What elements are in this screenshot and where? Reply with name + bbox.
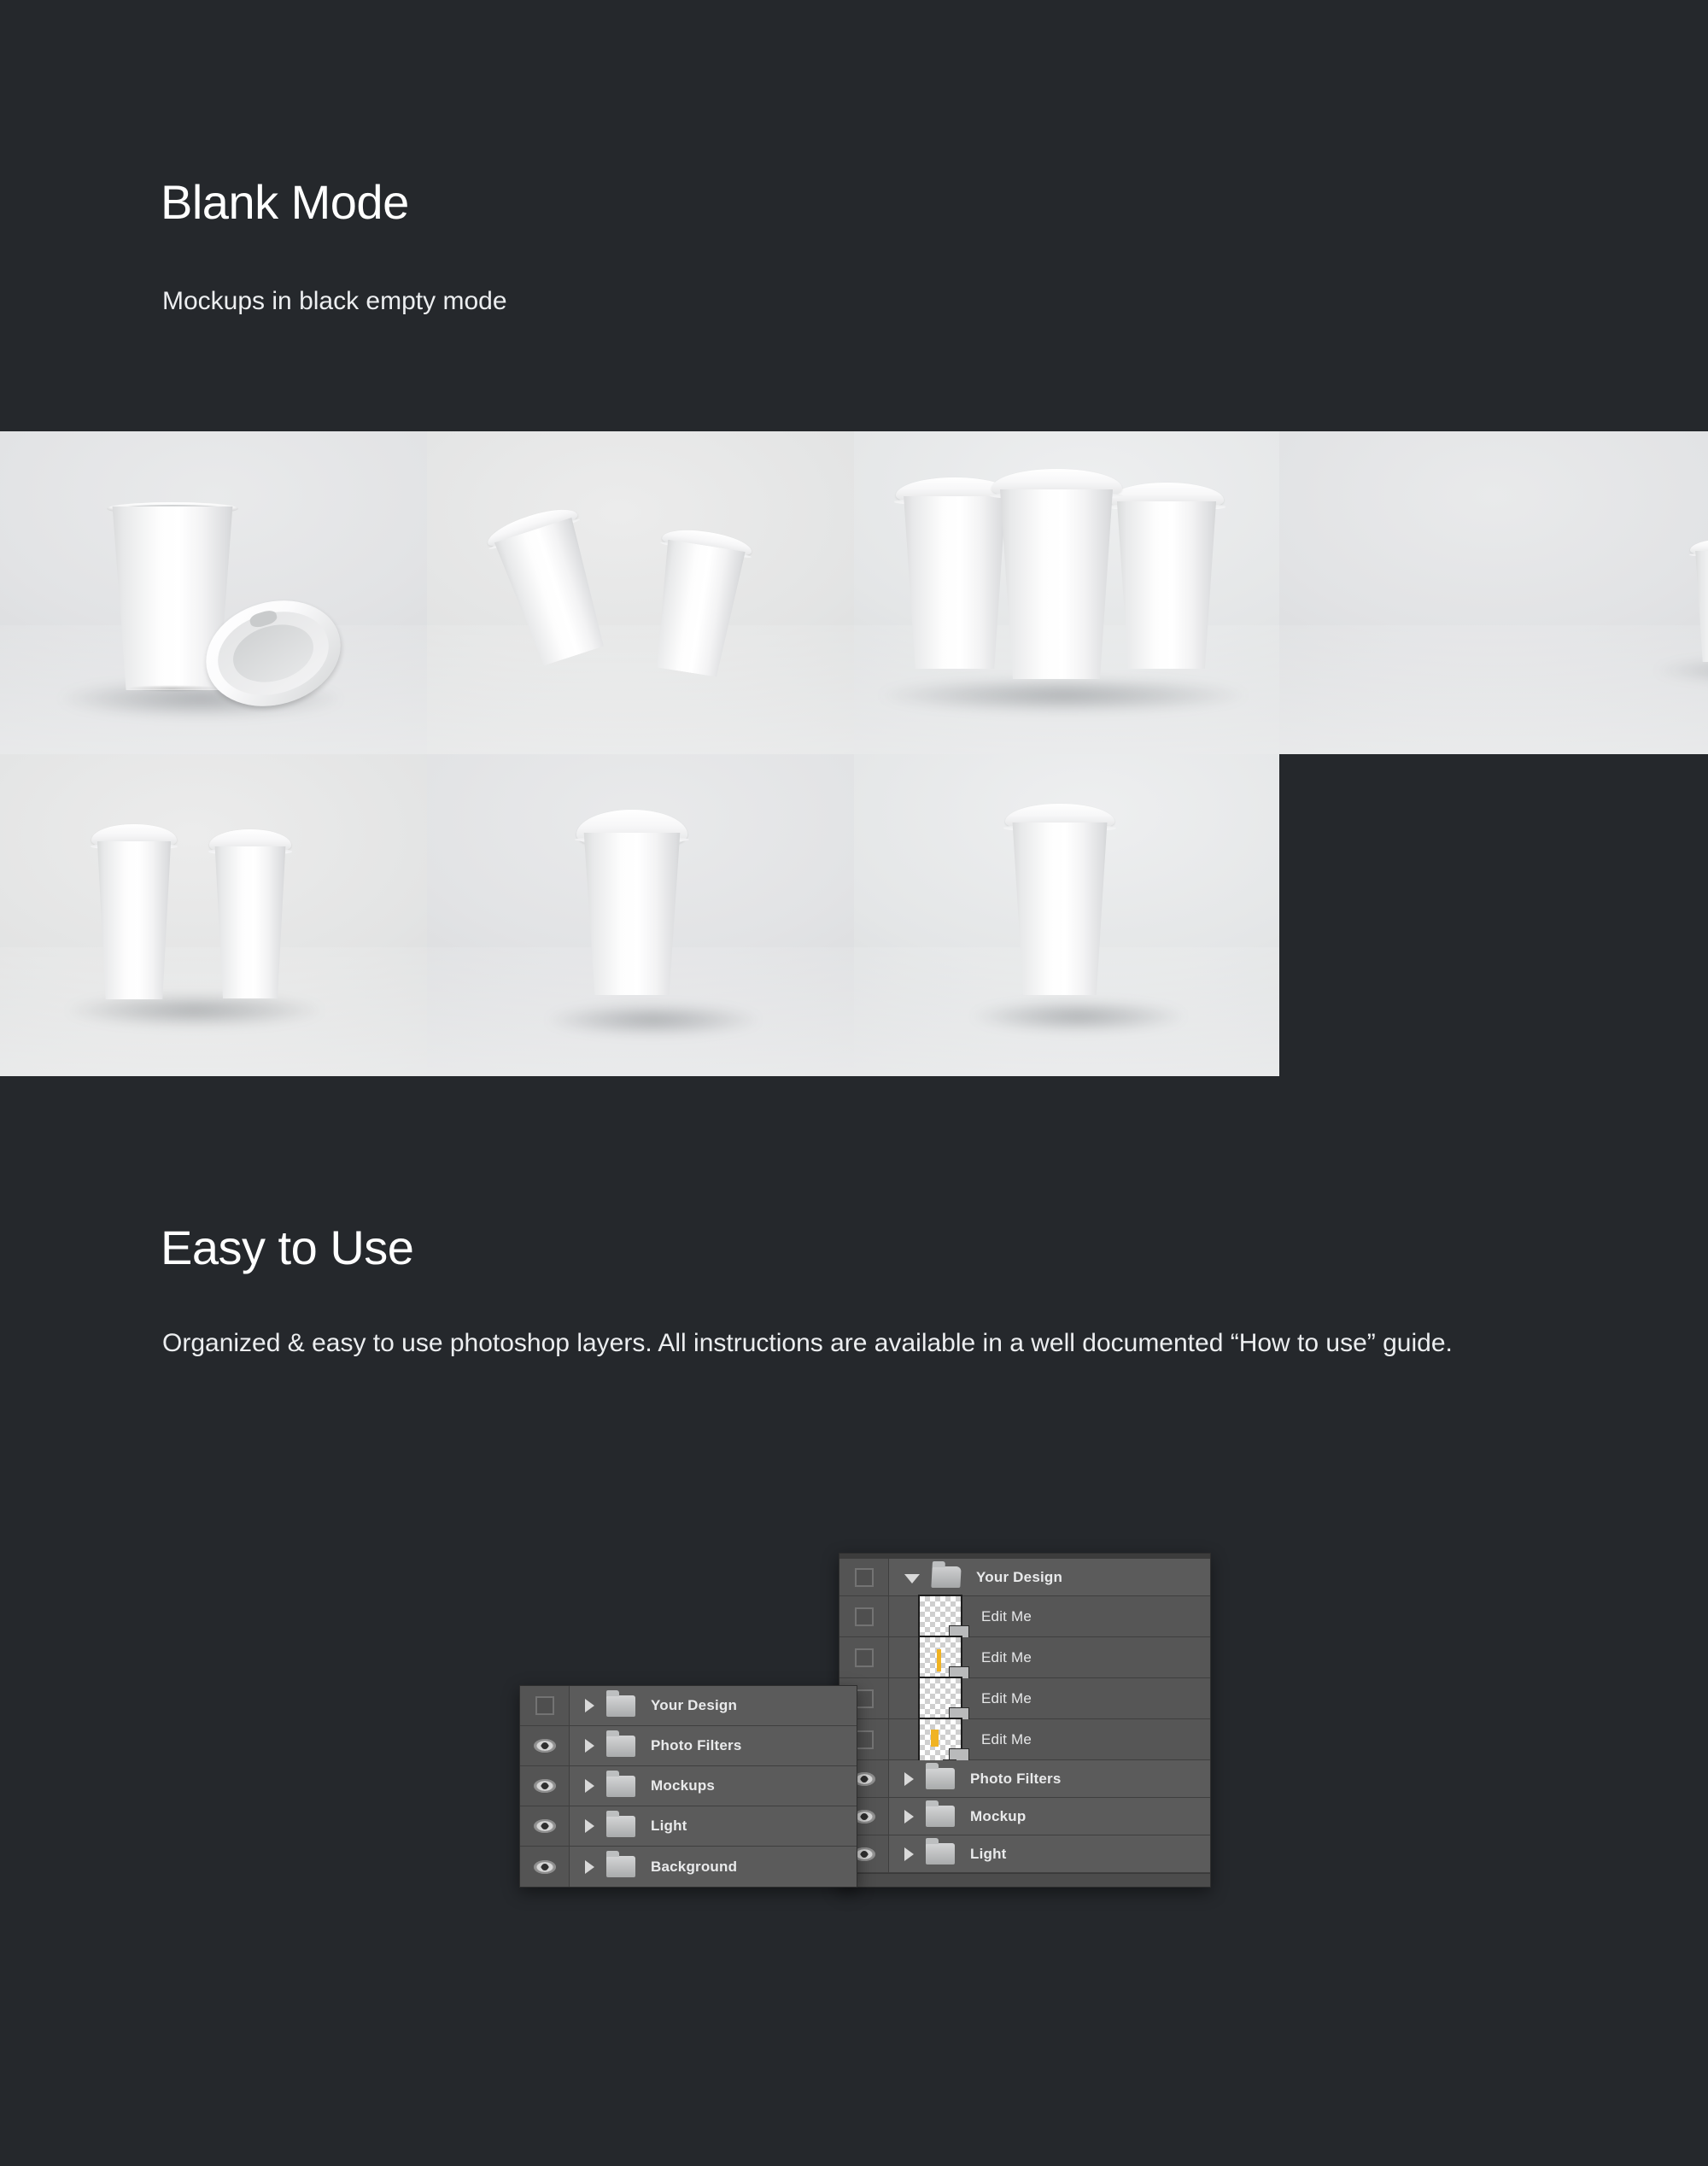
layer-row[interactable]: Your Design <box>520 1686 857 1726</box>
layer-name: Mockup <box>970 1807 1027 1824</box>
visibility-toggle[interactable] <box>520 1847 570 1887</box>
layer-row[interactable]: Photo Filters <box>520 1726 857 1766</box>
visibility-toggle[interactable] <box>520 1686 570 1725</box>
chevron-right-icon[interactable] <box>585 1779 594 1793</box>
folder-icon <box>606 1689 635 1717</box>
blank-mode-subtitle: Mockups in black empty mode <box>162 287 507 315</box>
gallery-image-floating-cups <box>427 431 854 754</box>
layer-row[interactable]: Your Design <box>839 1559 1210 1596</box>
layer-name: Background <box>651 1858 738 1875</box>
visibility-toggle[interactable] <box>839 1559 889 1595</box>
layer-name: Edit Me <box>981 1607 1032 1624</box>
gallery-image-three-cups-group <box>854 431 1279 754</box>
gallery-image-two-cups <box>0 754 427 1076</box>
gallery-image-single-cup-front <box>854 754 1279 1076</box>
easy-to-use-title: Easy to Use <box>161 1221 414 1274</box>
folder-icon <box>606 1770 635 1797</box>
layer-row[interactable]: Edit Me <box>839 1676 1210 1730</box>
panel-footer <box>839 1873 1210 1887</box>
chevron-right-icon[interactable] <box>904 1847 914 1861</box>
visibility-toggle[interactable] <box>520 1766 570 1806</box>
layer-name: Light <box>970 1845 1007 1862</box>
layer-name: Your Design <box>651 1697 738 1713</box>
layer-thumbnail <box>918 1676 969 1730</box>
thumbnail-content <box>937 1648 942 1671</box>
layers-panel-expanded[interactable]: Your Design Edit Me Edit Me Edit Me Edit… <box>839 1553 1211 1888</box>
layer-name: Photo Filters <box>970 1770 1062 1787</box>
chevron-right-icon[interactable] <box>585 1859 594 1874</box>
eye-icon <box>533 1819 556 1833</box>
blank-mode-title: Blank Mode <box>161 175 409 229</box>
presentation-page: Blank Mode Mockups in black empty mode E… <box>0 0 1708 2166</box>
layer-row[interactable]: Edit Me <box>839 1717 1210 1771</box>
gallery-image-cup-with-lid <box>0 431 427 754</box>
chevron-right-icon[interactable] <box>585 1699 594 1712</box>
gallery-image-three-cups-row <box>1279 431 1708 754</box>
chevron-right-icon[interactable] <box>585 1739 594 1753</box>
chevron-right-icon[interactable] <box>585 1819 594 1833</box>
folder-icon <box>606 1730 635 1757</box>
layer-row[interactable]: Mockups <box>520 1766 857 1806</box>
layers-panel-collapsed[interactable]: Your Design Photo Filters Mockups Light … <box>519 1685 857 1888</box>
layer-row[interactable]: Edit Me <box>839 1594 1210 1648</box>
chevron-right-icon[interactable] <box>904 1809 914 1824</box>
folder-open-icon <box>931 1566 962 1588</box>
layer-name: Edit Me <box>981 1689 1032 1706</box>
layer-thumbnail <box>918 1594 969 1648</box>
eye-off-icon <box>854 1567 874 1587</box>
eye-icon <box>533 1739 556 1753</box>
layer-row[interactable]: Photo Filters <box>839 1760 1210 1798</box>
layer-row[interactable]: Light <box>839 1835 1210 1873</box>
mockup-gallery-grid <box>0 431 1708 1076</box>
visibility-toggle[interactable] <box>839 1596 889 1636</box>
layer-name: Edit Me <box>981 1648 1032 1665</box>
layer-row[interactable]: Edit Me <box>839 1635 1210 1689</box>
visibility-toggle[interactable] <box>520 1806 570 1846</box>
folder-icon <box>926 1838 955 1865</box>
layer-thumbnail <box>918 1717 969 1771</box>
eye-icon <box>533 1779 556 1793</box>
layer-thumbnail <box>918 1635 969 1689</box>
chevron-right-icon[interactable] <box>904 1771 914 1786</box>
gallery-empty-slot <box>1279 754 1708 1076</box>
layer-name: Light <box>651 1818 687 1834</box>
chevron-down-icon[interactable] <box>904 1573 920 1584</box>
folder-icon <box>606 1851 635 1877</box>
layer-row[interactable]: Background <box>520 1847 857 1887</box>
folder-icon <box>926 1800 955 1827</box>
layer-name: Your Design <box>976 1568 1063 1585</box>
layer-name: Mockups <box>651 1777 716 1794</box>
thumbnail-content <box>931 1729 939 1747</box>
layer-name: Photo Filters <box>651 1737 742 1753</box>
folder-icon <box>926 1763 955 1789</box>
folder-icon <box>606 1810 635 1837</box>
eye-off-icon <box>854 1648 874 1667</box>
layer-name: Edit Me <box>981 1730 1032 1747</box>
gallery-image-single-cup-angled <box>427 754 854 1076</box>
layer-row[interactable]: Mockup <box>839 1798 1210 1835</box>
eye-off-icon <box>535 1696 554 1715</box>
eye-icon <box>533 1859 556 1874</box>
easy-to-use-body: Organized & easy to use photoshop layers… <box>162 1329 1453 1357</box>
visibility-toggle[interactable] <box>839 1637 889 1677</box>
visibility-toggle[interactable] <box>520 1726 570 1765</box>
layer-row[interactable]: Light <box>520 1806 857 1847</box>
eye-off-icon <box>854 1607 874 1626</box>
